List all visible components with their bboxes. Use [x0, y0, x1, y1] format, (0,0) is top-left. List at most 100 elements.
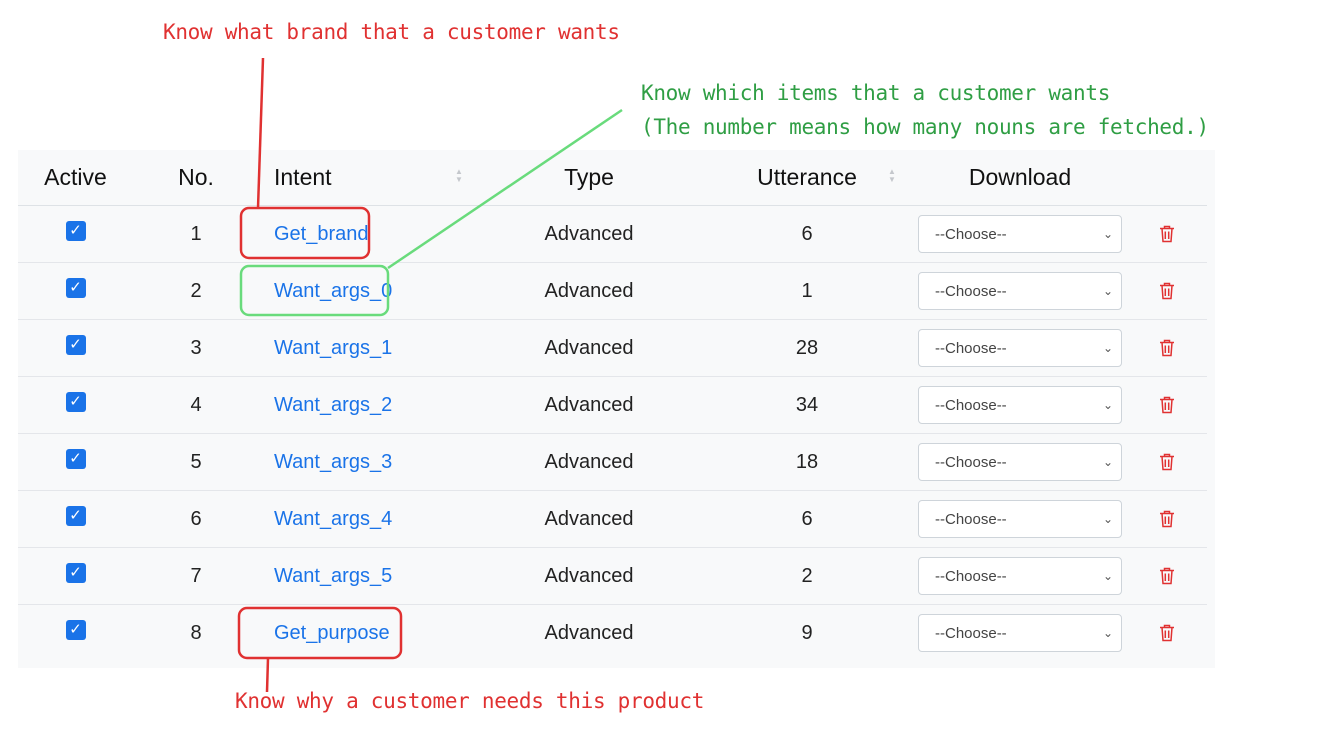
- intent-link[interactable]: Want_args_0: [274, 280, 392, 302]
- intent-table-container: Active No. Intent ▲ ▼ Type Utterance ▲ ▼ D…: [18, 150, 1215, 668]
- table-row: ✓ 5 Want_args_3 Advanced 18 --Choose-- ⌄: [18, 433, 1207, 491]
- intent-cell: Get_brand: [259, 205, 478, 263]
- download-select[interactable]: --Choose-- ⌄: [918, 500, 1122, 538]
- download-select[interactable]: --Choose-- ⌄: [918, 272, 1122, 310]
- active-checkbox[interactable]: ✓: [65, 277, 86, 298]
- chevron-down-icon: ⌄: [1102, 455, 1113, 469]
- header-no: No.: [133, 150, 259, 206]
- active-cell: ✓: [18, 262, 133, 320]
- header-intent[interactable]: Intent ▲ ▼: [259, 150, 478, 206]
- row-number: 5: [133, 433, 259, 491]
- row-number: 6: [133, 490, 259, 548]
- sort-icon[interactable]: ▲ ▼: [455, 168, 463, 184]
- download-cell: --Choose-- ⌄: [914, 205, 1126, 263]
- trash-icon[interactable]: [1159, 282, 1175, 300]
- active-checkbox[interactable]: ✓: [65, 448, 86, 469]
- active-checkbox[interactable]: ✓: [65, 220, 86, 241]
- sort-icon[interactable]: ▲ ▼: [888, 168, 896, 184]
- intent-cell: Want_args_0: [259, 262, 478, 320]
- active-cell: ✓: [18, 376, 133, 434]
- trash-icon[interactable]: [1159, 225, 1175, 243]
- chevron-down-icon: ⌄: [1102, 626, 1113, 640]
- download-select-value: --Choose--: [935, 282, 1007, 300]
- type-cell: Advanced: [478, 205, 700, 263]
- delete-cell: [1126, 376, 1207, 434]
- header-utterance[interactable]: Utterance ▲ ▼: [700, 150, 914, 206]
- utterance-count: 9: [801, 621, 813, 644]
- check-icon: ✓: [69, 392, 82, 410]
- active-cell: ✓: [18, 605, 133, 662]
- intent-cell: Want_args_4: [259, 490, 478, 548]
- download-cell: --Choose-- ⌄: [914, 433, 1126, 491]
- utterance-count: 6: [700, 490, 914, 548]
- download-select-value: --Choose--: [935, 225, 1007, 243]
- table-row: ✓ 6 Want_args_4 Advanced 6 --Choose-- ⌄: [18, 490, 1207, 548]
- table-row: ✓ 8 Get_purpose Advanced 9 --Choose-- ⌄: [18, 605, 1207, 662]
- utterance-count: 34: [700, 376, 914, 434]
- active-checkbox[interactable]: ✓: [65, 505, 86, 526]
- table-header-row: Active No. Intent ▲ ▼ Type Utterance ▲ ▼ D…: [18, 150, 1207, 206]
- intent-cell: Want_args_2: [259, 376, 478, 434]
- trash-icon[interactable]: [1159, 396, 1175, 414]
- download-select-value: --Choose--: [935, 624, 1007, 642]
- check-icon: ✓: [69, 620, 82, 638]
- download-cell: --Choose-- ⌄: [914, 490, 1126, 548]
- type-cell: Advanced: [544, 621, 634, 644]
- type-cell: Advanced: [478, 262, 700, 320]
- type-cell: Advanced: [478, 319, 700, 377]
- table-row: ✓ 3 Want_args_1 Advanced 28 --Choose-- ⌄: [18, 319, 1207, 377]
- download-select[interactable]: --Choose-- ⌄: [918, 329, 1122, 367]
- intent-cell: Want_args_5: [259, 547, 478, 605]
- check-icon: ✓: [69, 506, 82, 524]
- chevron-down-icon: ⌄: [1102, 398, 1113, 412]
- type-cell: Advanced: [478, 490, 700, 548]
- table-row: ✓ 7 Want_args_5 Advanced 2 --Choose-- ⌄: [18, 547, 1207, 605]
- annotation-items: Know which items that a customer wants (…: [641, 76, 1209, 144]
- row-number: 3: [133, 319, 259, 377]
- active-cell: ✓: [18, 490, 133, 548]
- intent-link[interactable]: Get_brand: [274, 223, 369, 245]
- intent-link[interactable]: Want_args_1: [274, 337, 392, 359]
- download-select[interactable]: --Choose-- ⌄: [918, 215, 1122, 253]
- delete-cell: [1126, 547, 1207, 605]
- chevron-down-icon: ⌄: [1102, 341, 1113, 355]
- trash-icon[interactable]: [1159, 453, 1175, 471]
- active-cell: ✓: [18, 205, 133, 263]
- intent-link[interactable]: Want_args_3: [274, 451, 392, 473]
- utterance-count: 28: [700, 319, 914, 377]
- delete-cell: [1126, 605, 1207, 662]
- header-utterance-label: Utterance: [757, 164, 857, 190]
- utterance-count: 18: [700, 433, 914, 491]
- trash-icon[interactable]: [1159, 339, 1175, 357]
- trash-icon[interactable]: [1159, 510, 1175, 528]
- intent-link[interactable]: Want_args_5: [274, 565, 392, 587]
- download-select[interactable]: --Choose-- ⌄: [918, 443, 1122, 481]
- intent-link[interactable]: Get_purpose: [274, 622, 390, 644]
- intent-link[interactable]: Want_args_4: [274, 508, 392, 530]
- header-active: Active: [18, 150, 133, 206]
- annotation-brand: Know what brand that a customer wants: [163, 20, 620, 44]
- active-checkbox[interactable]: ✓: [65, 619, 86, 640]
- intent-link[interactable]: Want_args_2: [274, 394, 392, 416]
- active-cell: ✓: [18, 319, 133, 377]
- active-checkbox[interactable]: ✓: [65, 334, 86, 355]
- delete-cell: [1126, 205, 1207, 263]
- trash-icon[interactable]: [1159, 624, 1175, 642]
- download-select[interactable]: --Choose-- ⌄: [918, 386, 1122, 424]
- type-cell: Advanced: [478, 376, 700, 434]
- download-select[interactable]: --Choose-- ⌄: [918, 557, 1122, 595]
- download-select[interactable]: --Choose-- ⌄: [918, 614, 1122, 652]
- active-checkbox[interactable]: ✓: [65, 391, 86, 412]
- trash-icon[interactable]: [1159, 567, 1175, 585]
- active-checkbox[interactable]: ✓: [65, 562, 86, 583]
- utterance-count: 1: [700, 262, 914, 320]
- check-icon: ✓: [69, 449, 82, 467]
- download-cell: --Choose-- ⌄: [914, 319, 1126, 377]
- download-cell: --Choose-- ⌄: [914, 547, 1126, 605]
- row-number: 2: [133, 262, 259, 320]
- active-cell: ✓: [18, 433, 133, 491]
- header-intent-label: Intent: [274, 164, 332, 190]
- row-number: 1: [133, 205, 259, 263]
- download-select-value: --Choose--: [935, 510, 1007, 528]
- intent-cell: Want_args_3: [259, 433, 478, 491]
